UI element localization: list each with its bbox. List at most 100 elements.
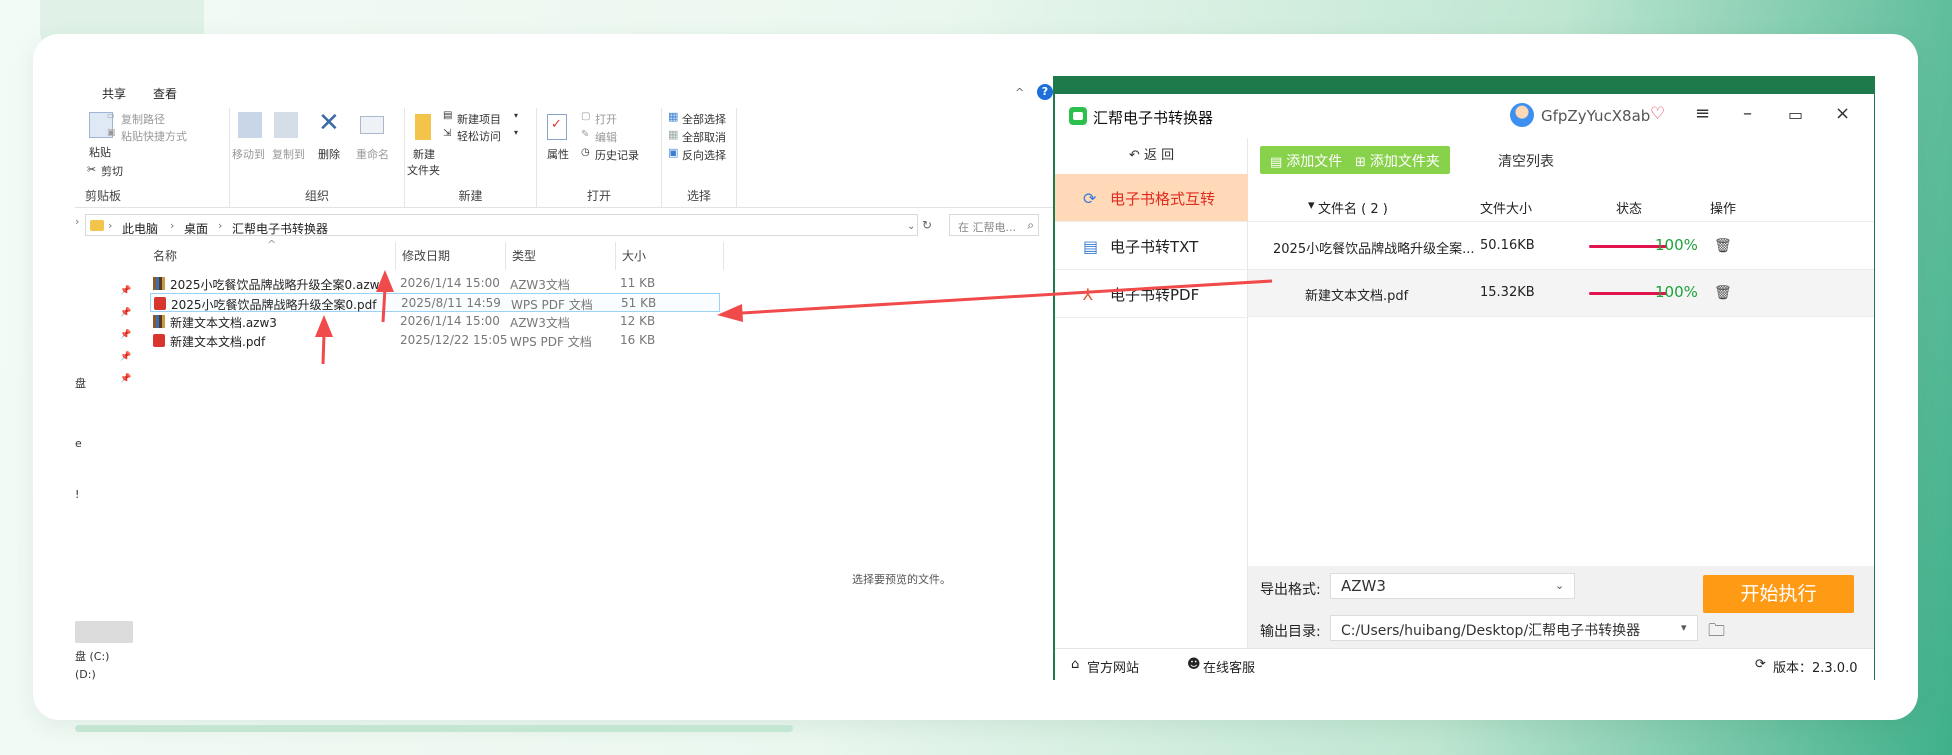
invert-selection-button[interactable]: 反向选择 [682, 147, 726, 163]
nav-pane-item[interactable]: ! [75, 488, 79, 501]
column-divider[interactable] [723, 242, 724, 270]
official-website-link[interactable]: 官方网站 [1087, 657, 1139, 676]
add-file-button[interactable]: ▤ 添加文件 [1260, 146, 1353, 174]
address-dropdown-icon[interactable]: ⌄ [907, 221, 915, 232]
vip-heart-icon[interactable]: ♡ [1650, 104, 1665, 124]
nav-pane-item[interactable]: e [75, 437, 82, 450]
rename-button[interactable]: 重命名 [356, 146, 389, 162]
nav-pane-item[interactable]: 盘 [75, 375, 86, 391]
breadcrumb-this-pc[interactable]: 此电脑 [122, 220, 158, 237]
properties-button[interactable]: 属性 [547, 146, 569, 162]
address-chevron-icon: › [75, 215, 80, 228]
ribbon-group-organize: 移动到 复制到 ✕ 删除 重命名 组织 [230, 108, 405, 208]
breadcrumb-current-folder[interactable]: 汇帮电子书转换器 [232, 220, 328, 237]
ribbon: 粘贴 ✂ 剪切 ▭ 复制路径 ▣ 粘贴快捷方式 剪贴板 移动到 复制到 ✕ 删除… [75, 108, 1055, 208]
table-row[interactable]: 新建文本文档.pdf 15.32KB 100% 🗑 [1248, 270, 1874, 317]
add-file-icon: ▤ [1270, 155, 1283, 170]
username[interactable]: GfpZyYucX8ab [1541, 107, 1650, 125]
address-box[interactable]: › 此电脑 › 桌面 › 汇帮电子书转换器 ⌄ [85, 214, 918, 236]
delete-button[interactable]: 删除 [318, 146, 340, 162]
close-icon[interactable]: × [1835, 103, 1850, 124]
column-divider[interactable] [395, 242, 396, 270]
sidebar-item-format-convert[interactable]: ⟳ 电子书格式互转 [1055, 174, 1248, 222]
file-row-selected[interactable]: 2025小吃餐饮品牌战略升级全案0.pdf 2025/8/11 14:59 WP… [150, 293, 720, 312]
copy-to-button[interactable]: 复制到 [272, 146, 305, 162]
pin-icon[interactable]: 📌 [120, 330, 131, 340]
column-date[interactable]: 修改日期 [402, 247, 450, 271]
pin-icon[interactable]: 📌 [120, 308, 131, 318]
add-folder-button[interactable]: ⊞ 添加文件夹 [1345, 146, 1450, 174]
header-filename[interactable]: 文件名 ( 2 ) [1318, 198, 1388, 217]
file-row[interactable]: 新建文本文档.pdf 2025/12/22 15:05 WPS PDF 文档 1… [150, 331, 720, 350]
select-none-button[interactable]: 全部取消 [682, 129, 726, 145]
open-button[interactable]: 打开 [595, 111, 617, 127]
column-divider[interactable] [505, 242, 506, 270]
pin-icon[interactable]: 📌 [120, 286, 131, 296]
pin-icon[interactable]: 📌 [120, 352, 131, 362]
copy-path-button[interactable]: 复制路径 [121, 111, 165, 127]
sidebar-item-to-txt[interactable]: ▤ 电子书转TXT [1055, 222, 1248, 270]
search-input[interactable]: 在 汇帮电... ⌕ [949, 214, 1039, 236]
cut-button[interactable]: 剪切 [101, 163, 123, 179]
ribbon-group-clipboard: 粘贴 ✂ 剪切 ▭ 复制路径 ▣ 粘贴快捷方式 剪贴板 [75, 108, 230, 208]
file-date: 2026/1/14 15:00 [400, 314, 500, 328]
paste-shortcut-button[interactable]: 粘贴快捷方式 [121, 128, 187, 144]
open-folder-icon[interactable]: 🗀 [1708, 618, 1725, 647]
file-size: 11 KB [620, 276, 656, 290]
nav-pane-drive-d[interactable]: (D:) [75, 668, 96, 680]
clear-list-button[interactable]: 清空列表 [1498, 151, 1554, 171]
maximize-icon[interactable]: ▭ [1788, 105, 1803, 124]
tab-view[interactable]: 查看 [153, 85, 177, 102]
sidebar-item-to-pdf[interactable]: ⅄ 电子书转PDF [1055, 270, 1248, 318]
edit-button[interactable]: 编辑 [595, 129, 617, 145]
table-row[interactable]: 2025小吃餐饮品牌战略升级全案... 50.16KB 100% 🗑 [1248, 223, 1874, 270]
output-dir-value: C:/Users/huibang/Desktop/汇帮电子书转换器 [1341, 623, 1641, 639]
select-all-button[interactable]: 全部选择 [682, 111, 726, 127]
column-size[interactable]: 大小 [622, 247, 646, 271]
status-bar: ⌂ 官方网站 ☻ 在线客服 ⟳ 版本：2.3.0.0 [1055, 648, 1874, 680]
file-row[interactable]: 新建文本文档.azw3 2026/1/14 15:00 AZW3文档 12 KB [150, 312, 720, 331]
export-format-select[interactable]: AZW3 ⌄ [1330, 573, 1575, 599]
output-settings: 导出格式: AZW3 ⌄ 输出目录: C:/Users/huibang/Desk… [1248, 566, 1874, 648]
history-button[interactable]: 历史记录 [595, 147, 639, 163]
back-label: 返 回 [1143, 148, 1175, 163]
file-name: 2025小吃餐饮品牌战略升级全案0.azw3 [170, 278, 388, 292]
new-item-button[interactable]: 新建项目 [457, 111, 501, 127]
minimize-icon[interactable]: – [1743, 103, 1752, 124]
delete-icon[interactable]: 🗑 [1714, 285, 1732, 301]
collapse-ribbon-icon[interactable]: ^ [1015, 86, 1024, 99]
file-date: 2026/1/14 15:00 [400, 276, 500, 290]
new-folder-button-line2[interactable]: 文件夹 [407, 162, 440, 178]
new-item-caret-icon[interactable]: ▾ [514, 111, 518, 120]
tab-share[interactable]: 共享 [102, 85, 126, 102]
breadcrumb-desktop[interactable]: 桌面 [184, 220, 208, 237]
nav-pane-drive-c[interactable]: 盘 (C:) [75, 648, 109, 664]
file-row[interactable]: 2025小吃餐饮品牌战略升级全案0.azw3 2026/1/14 15:00 A… [150, 274, 720, 293]
column-name[interactable]: 名称 [153, 247, 177, 271]
column-divider[interactable] [615, 242, 616, 270]
start-button[interactable]: 开始执行 [1703, 575, 1854, 613]
back-button[interactable]: ↶ 返 回 [1055, 138, 1248, 174]
paste-button[interactable]: 粘贴 [89, 144, 111, 160]
column-type[interactable]: 类型 [512, 247, 536, 271]
refresh-icon[interactable]: ↻ [922, 218, 932, 232]
search-icon: ⌕ [1027, 218, 1034, 232]
easy-access-button[interactable]: 轻松访问 [457, 128, 501, 144]
online-support-link[interactable]: 在线客服 [1203, 657, 1255, 676]
avatar[interactable] [1510, 103, 1534, 127]
ribbon-tabs: 共享 查看 ^ ? [75, 78, 1055, 106]
output-dir-select[interactable]: C:/Users/huibang/Desktop/汇帮电子书转换器 ▾ [1330, 615, 1698, 641]
chevron-down-icon: ⌄ [1555, 579, 1565, 592]
delete-icon[interactable]: 🗑 [1714, 238, 1732, 254]
pin-icon[interactable]: 📌 [120, 374, 131, 384]
new-folder-button-line1[interactable]: 新建 [413, 146, 435, 162]
move-to-button[interactable]: 移动到 [232, 146, 265, 162]
nav-pane-selected-item[interactable] [75, 621, 133, 643]
properties-icon: ✓ [547, 114, 567, 140]
menu-icon[interactable]: ≡ [1695, 103, 1710, 124]
help-icon[interactable]: ? [1037, 84, 1053, 100]
easy-access-caret-icon[interactable]: ▾ [514, 128, 518, 137]
document-icon: ▤ [1083, 237, 1099, 256]
background-scroll-bar [75, 725, 793, 732]
sidebar-item-label: 电子书格式互转 [1110, 190, 1216, 208]
